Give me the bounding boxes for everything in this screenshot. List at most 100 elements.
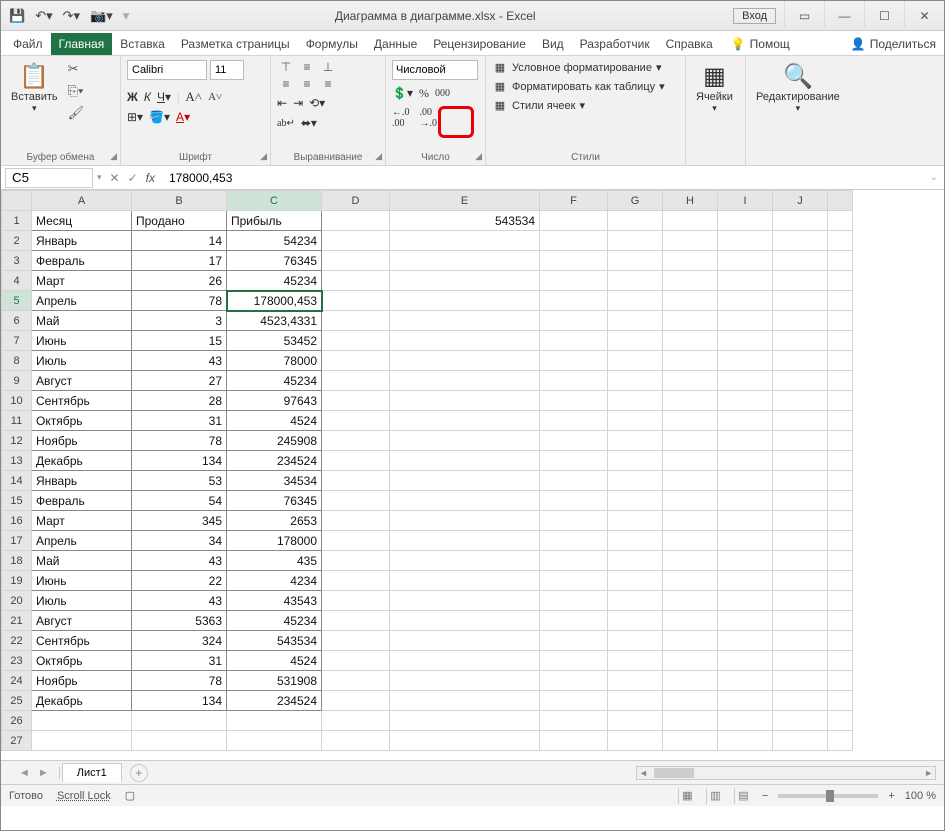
row-header-15[interactable]: 15 xyxy=(2,491,32,511)
cell-G5[interactable] xyxy=(608,291,663,311)
camera-icon[interactable]: 📷▾ xyxy=(90,8,113,24)
cell-E27[interactable] xyxy=(390,731,540,751)
cell-A16[interactable]: Март xyxy=(32,511,132,531)
cell-F1[interactable] xyxy=(540,211,608,231)
cell-F22[interactable] xyxy=(540,631,608,651)
cell-D19[interactable] xyxy=(322,571,390,591)
cell-A24[interactable]: Ноябрь xyxy=(32,671,132,691)
cell-H25[interactable] xyxy=(663,691,718,711)
cell-E6[interactable] xyxy=(390,311,540,331)
cell-D18[interactable] xyxy=(322,551,390,571)
cell-B16[interactable]: 345 xyxy=(132,511,227,531)
login-button[interactable]: Вход xyxy=(733,8,776,24)
shrink-font-button[interactable]: A˅ xyxy=(208,91,222,103)
col-header-C[interactable]: C xyxy=(227,191,322,211)
row-header-27[interactable]: 27 xyxy=(2,731,32,751)
cell-I12[interactable] xyxy=(718,431,773,451)
row-header-10[interactable]: 10 xyxy=(2,391,32,411)
cell-B15[interactable]: 54 xyxy=(132,491,227,511)
cell-J18[interactable] xyxy=(773,551,828,571)
cell-B24[interactable]: 78 xyxy=(132,671,227,691)
tell-me[interactable]: 💡Помощ xyxy=(723,33,798,55)
cell-F5[interactable] xyxy=(540,291,608,311)
row-header-26[interactable]: 26 xyxy=(2,711,32,731)
cell-B18[interactable]: 43 xyxy=(132,551,227,571)
qat-more-icon[interactable]: ▾ xyxy=(123,8,130,24)
expand-formula-bar-icon[interactable]: ⌄ xyxy=(924,172,944,183)
cell-B7[interactable]: 15 xyxy=(132,331,227,351)
cell-J25[interactable] xyxy=(773,691,828,711)
horizontal-scrollbar[interactable]: ◄ ► xyxy=(636,766,936,780)
cell-B6[interactable]: 3 xyxy=(132,311,227,331)
cell-J9[interactable] xyxy=(773,371,828,391)
view-normal-button[interactable]: ▦ xyxy=(678,788,696,804)
share-button[interactable]: 👤Поделиться xyxy=(843,33,944,55)
cell-I9[interactable] xyxy=(718,371,773,391)
cell-F23[interactable] xyxy=(540,651,608,671)
cell-F3[interactable] xyxy=(540,251,608,271)
tab-file[interactable]: Файл xyxy=(5,33,51,55)
increase-decimal-button[interactable]: ←.0.00 xyxy=(392,107,410,129)
conditional-formatting-button[interactable]: ▦Условное форматирование▾ xyxy=(492,60,661,75)
cell-A17[interactable]: Апрель xyxy=(32,531,132,551)
row-header-19[interactable]: 19 xyxy=(2,571,32,591)
cell-A1[interactable]: Месяц xyxy=(32,211,132,231)
row-header-16[interactable]: 16 xyxy=(2,511,32,531)
cell-B1[interactable]: Продано xyxy=(132,211,227,231)
cell-A12[interactable]: Ноябрь xyxy=(32,431,132,451)
cell-A5[interactable]: Апрель xyxy=(32,291,132,311)
cell-F15[interactable] xyxy=(540,491,608,511)
cell-A8[interactable]: Июль xyxy=(32,351,132,371)
cell-B20[interactable]: 43 xyxy=(132,591,227,611)
cell-I6[interactable] xyxy=(718,311,773,331)
format-painter-icon[interactable]: 🖌 xyxy=(66,104,87,122)
cell-H27[interactable] xyxy=(663,731,718,751)
cell-G11[interactable] xyxy=(608,411,663,431)
cell-H19[interactable] xyxy=(663,571,718,591)
cell-H14[interactable] xyxy=(663,471,718,491)
row-header-11[interactable]: 11 xyxy=(2,411,32,431)
tab-data[interactable]: Данные xyxy=(366,33,425,55)
cell-C17[interactable]: 178000 xyxy=(227,531,322,551)
cell-A18[interactable]: Май xyxy=(32,551,132,571)
cell-A21[interactable]: Август xyxy=(32,611,132,631)
cell-I23[interactable] xyxy=(718,651,773,671)
font-launcher[interactable]: ◢ xyxy=(260,151,267,162)
col-header-F[interactable]: F xyxy=(540,191,608,211)
zoom-out-button[interactable]: − xyxy=(762,790,768,802)
increase-indent-button[interactable]: ⇥ xyxy=(293,96,303,111)
cell-B19[interactable]: 22 xyxy=(132,571,227,591)
sheet-nav-next-icon[interactable]: ► xyxy=(38,767,49,779)
cell-A13[interactable]: Декабрь xyxy=(32,451,132,471)
cell-G15[interactable] xyxy=(608,491,663,511)
col-header-I[interactable]: I xyxy=(718,191,773,211)
cell-C3[interactable]: 76345 xyxy=(227,251,322,271)
save-icon[interactable]: 💾 xyxy=(9,8,25,24)
format-as-table-button[interactable]: ▦Форматировать как таблицу▾ xyxy=(492,79,665,94)
cell-F8[interactable] xyxy=(540,351,608,371)
cell-C26[interactable] xyxy=(227,711,322,731)
cell-J3[interactable] xyxy=(773,251,828,271)
cell-G24[interactable] xyxy=(608,671,663,691)
cell-D10[interactable] xyxy=(322,391,390,411)
cell-C12[interactable]: 245908 xyxy=(227,431,322,451)
tab-view[interactable]: Вид xyxy=(534,33,572,55)
row-header-14[interactable]: 14 xyxy=(2,471,32,491)
cell-H8[interactable] xyxy=(663,351,718,371)
grow-font-button[interactable]: A˄ xyxy=(185,89,202,105)
cell-G1[interactable] xyxy=(608,211,663,231)
cell-E19[interactable] xyxy=(390,571,540,591)
cell-D27[interactable] xyxy=(322,731,390,751)
row-header-17[interactable]: 17 xyxy=(2,531,32,551)
cell-A23[interactable]: Октябрь xyxy=(32,651,132,671)
align-top-button[interactable]: ⊤ xyxy=(277,60,295,74)
cell-H20[interactable] xyxy=(663,591,718,611)
borders-button[interactable]: ⊞▾ xyxy=(127,110,143,125)
cell-I20[interactable] xyxy=(718,591,773,611)
cell-E8[interactable] xyxy=(390,351,540,371)
cell-J14[interactable] xyxy=(773,471,828,491)
cell-F19[interactable] xyxy=(540,571,608,591)
cell-H1[interactable] xyxy=(663,211,718,231)
cell-J10[interactable] xyxy=(773,391,828,411)
cell-G22[interactable] xyxy=(608,631,663,651)
